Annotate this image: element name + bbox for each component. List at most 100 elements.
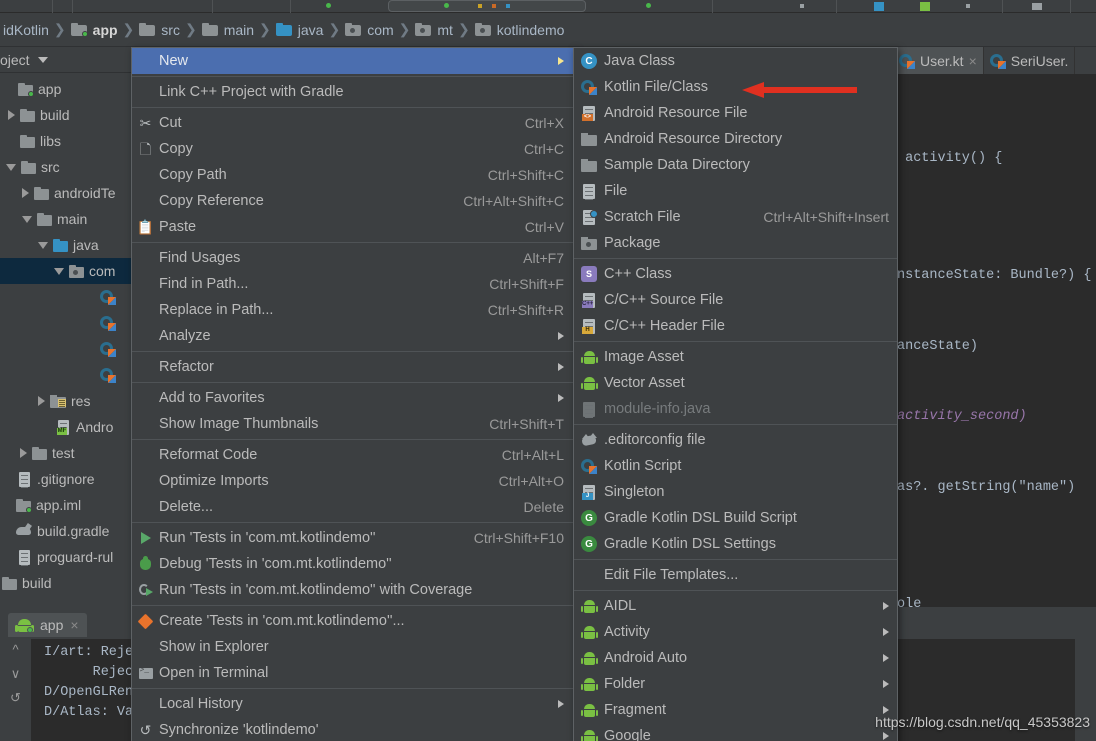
twisty-expanded-icon[interactable]: [6, 163, 16, 171]
tree-item-src[interactable]: src: [0, 154, 131, 180]
manifest-icon: MF: [57, 419, 71, 435]
console-tab-app[interactable]: app ×: [8, 613, 87, 637]
soft-wrap-icon[interactable]: ↺: [10, 691, 21, 704]
breadcrumb-item-1[interactable]: app: [68, 22, 121, 38]
twisty-expanded-icon[interactable]: [54, 267, 64, 275]
menu-item-add-to-favorites[interactable]: Add to Favorites: [132, 385, 574, 411]
submenu-item-android-auto[interactable]: Android Auto: [574, 645, 897, 671]
close-icon[interactable]: ×: [70, 617, 78, 633]
menu-item-reformat-code[interactable]: Reformat Code Ctrl+Alt+L: [132, 442, 574, 468]
project-panel-header[interactable]: oject: [0, 47, 131, 73]
editor-tab-user-kt[interactable]: User.kt ×: [893, 47, 984, 74]
menu-item-paste[interactable]: 📋 Paste Ctrl+V: [132, 214, 574, 240]
submenu-item-file[interactable]: File: [574, 178, 897, 204]
chevron-down-icon[interactable]: [37, 56, 48, 63]
submenu-item-sample-data-directory[interactable]: Sample Data Directory: [574, 152, 897, 178]
collapse-up-icon[interactable]: ^: [12, 643, 18, 656]
tree-item-main[interactable]: main: [0, 206, 131, 232]
submenu-item-aidl[interactable]: AIDL: [574, 593, 897, 619]
submenu-item-google[interactable]: Google: [574, 723, 897, 741]
submenu-item-image-asset[interactable]: Image Asset: [574, 344, 897, 370]
tree-item-java[interactable]: java: [0, 232, 131, 258]
submenu-item-cpp-class[interactable]: S C++ Class: [574, 261, 897, 287]
java-class-icon: C: [574, 53, 604, 69]
menu-item-debug-tests[interactable]: Debug 'Tests in 'com.mt.kotlindemo'': [132, 551, 574, 577]
submenu-item-edit-file-templates[interactable]: Edit File Templates...: [574, 562, 897, 588]
submenu-item-scratch-file[interactable]: Scratch File Ctrl+Alt+Shift+Insert: [574, 204, 897, 230]
submenu-item-singleton[interactable]: J Singleton: [574, 479, 897, 505]
submenu-item-android-resource-file[interactable]: <> Android Resource File: [574, 100, 897, 126]
tree-item-build-root[interactable]: build: [0, 570, 131, 596]
tree-item-kotlin-file-2[interactable]: [0, 310, 131, 336]
submenu-item-fragment[interactable]: Fragment: [574, 697, 897, 723]
breadcrumb-item-0[interactable]: idKotlin: [0, 22, 52, 38]
tree-item-app-iml[interactable]: app.iml: [0, 492, 131, 518]
collapse-down-icon[interactable]: ∨: [11, 667, 21, 680]
breadcrumb-item-5[interactable]: com: [342, 22, 396, 38]
submenu-item-package[interactable]: Package: [574, 230, 897, 256]
menu-item-cut[interactable]: ✂ Cut Ctrl+X: [132, 110, 574, 136]
menu-item-show-in-explorer[interactable]: Show in Explorer: [132, 634, 574, 660]
tree-item-res[interactable]: res: [0, 388, 131, 414]
twisty-collapsed-icon[interactable]: [20, 448, 27, 458]
submenu-item-android-resource-directory[interactable]: Android Resource Directory: [574, 126, 897, 152]
breadcrumb-item-3[interactable]: main: [199, 22, 257, 38]
submenu-item-activity[interactable]: Activity: [574, 619, 897, 645]
submenu-item-cpp-header-file[interactable]: H C/C++ Header File: [574, 313, 897, 339]
tree-item-kotlin-file-1[interactable]: [0, 284, 131, 310]
tree-item-proguard[interactable]: proguard-rul: [0, 544, 131, 570]
tree-item-build-gradle[interactable]: build.gradle: [0, 518, 131, 544]
tree-item-kotlin-file-4[interactable]: [0, 362, 131, 388]
menu-item-link-cpp-project[interactable]: Link C++ Project with Gradle: [132, 79, 574, 105]
menu-item-new[interactable]: New: [132, 48, 574, 74]
twisty-collapsed-icon[interactable]: [38, 396, 45, 406]
menu-item-find-usages[interactable]: Find Usages Alt+F7: [132, 245, 574, 271]
menu-item-run-tests[interactable]: Run 'Tests in 'com.mt.kotlindemo'' Ctrl+…: [132, 525, 574, 551]
menu-item-create-tests-config[interactable]: Create 'Tests in 'com.mt.kotlindemo''...: [132, 608, 574, 634]
tree-item-gitignore[interactable]: .gitignore: [0, 466, 131, 492]
twisty-expanded-icon[interactable]: [22, 215, 32, 223]
submenu-item-cpp-source-file[interactable]: C++ C/C++ Source File: [574, 287, 897, 313]
menu-item-delete[interactable]: Delete... Delete: [132, 494, 574, 520]
menu-item-run-tests-coverage[interactable]: Run 'Tests in 'com.mt.kotlindemo'' with …: [132, 577, 574, 603]
tree-item-build[interactable]: build: [0, 102, 131, 128]
editor-code-area[interactable]: activity() { nstanceState: Bundle?) { an…: [893, 74, 1096, 607]
menu-item-find-in-path[interactable]: Find in Path... Ctrl+Shift+F: [132, 271, 574, 297]
menu-item-analyze[interactable]: Analyze: [132, 323, 574, 349]
submenu-item-folder[interactable]: Folder: [574, 671, 897, 697]
tree-item-manifest[interactable]: MF Andro: [0, 414, 131, 440]
editor-tab-seriuser[interactable]: SeriUser.: [984, 47, 1076, 74]
tree-item-app[interactable]: app: [0, 76, 131, 102]
twisty-collapsed-icon[interactable]: [22, 188, 29, 198]
submenu-item-vector-asset[interactable]: Vector Asset: [574, 370, 897, 396]
tree-item-test[interactable]: test: [0, 440, 131, 466]
submenu-item-editorconfig-file[interactable]: .editorconfig file: [574, 427, 897, 453]
breadcrumb-item-4[interactable]: java: [273, 22, 327, 38]
menu-item-replace-in-path[interactable]: Replace in Path... Ctrl+Shift+R: [132, 297, 574, 323]
submenu-item-gradle-kotlin-dsl-build-script[interactable]: G Gradle Kotlin DSL Build Script: [574, 505, 897, 531]
submenu-item-kotlin-script[interactable]: Kotlin Script: [574, 453, 897, 479]
submenu-item-java-class[interactable]: C Java Class: [574, 48, 897, 74]
menu-item-copy-reference[interactable]: Copy Reference Ctrl+Alt+Shift+C: [132, 188, 574, 214]
twisty-collapsed-icon[interactable]: [8, 110, 15, 120]
breadcrumb-item-6[interactable]: mt: [412, 22, 456, 38]
submenu-item-label: Java Class: [604, 53, 675, 69]
breadcrumb-item-7[interactable]: kotlindemo: [472, 22, 568, 38]
submenu-separator: [574, 424, 897, 425]
menu-item-copy-path[interactable]: Copy Path Ctrl+Shift+C: [132, 162, 574, 188]
close-icon[interactable]: ×: [969, 53, 977, 69]
menu-item-local-history[interactable]: Local History: [132, 691, 574, 717]
tree-item-com[interactable]: com: [0, 258, 131, 284]
menu-item-copy[interactable]: 🗋 Copy Ctrl+C: [132, 136, 574, 162]
submenu-item-gradle-kotlin-dsl-settings[interactable]: G Gradle Kotlin DSL Settings: [574, 531, 897, 557]
menu-item-show-image-thumbnails[interactable]: Show Image Thumbnails Ctrl+Shift+T: [132, 411, 574, 437]
tree-item-androidtest[interactable]: androidTe: [0, 180, 131, 206]
menu-item-refactor[interactable]: Refactor: [132, 354, 574, 380]
tree-item-libs[interactable]: libs: [0, 128, 131, 154]
tree-item-kotlin-file-3[interactable]: [0, 336, 131, 362]
breadcrumb-item-2[interactable]: src: [136, 22, 183, 38]
menu-item-synchronize[interactable]: ↺ Synchronize 'kotlindemo': [132, 717, 574, 741]
menu-item-optimize-imports[interactable]: Optimize Imports Ctrl+Alt+O: [132, 468, 574, 494]
twisty-expanded-icon[interactable]: [38, 241, 48, 249]
menu-item-open-in-terminal[interactable]: Open in Terminal: [132, 660, 574, 686]
